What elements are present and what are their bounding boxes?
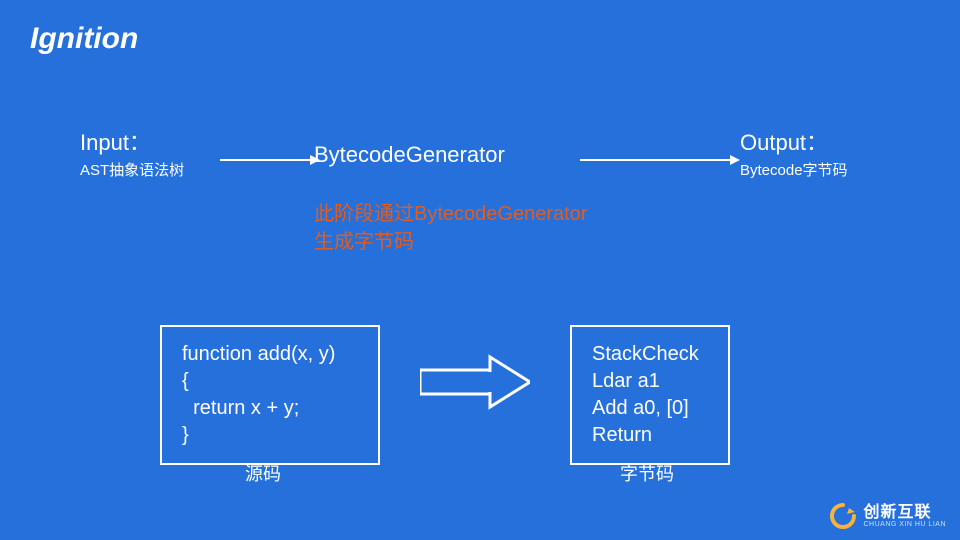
logo-name-pinyin: CHUANG XIN HU LIAN bbox=[863, 521, 946, 528]
source-caption: 源码 bbox=[245, 460, 281, 486]
input-subtitle: AST抽象语法树 bbox=[80, 159, 184, 180]
slide-title: Ignition bbox=[30, 22, 138, 56]
generator-label: BytecodeGenerator bbox=[314, 142, 505, 168]
output-node: Output： Bytecode字节码 bbox=[740, 125, 848, 180]
arrow-right-icon bbox=[220, 152, 320, 168]
bytecode-box: StackCheck Ldar a1 Add a0, [0] Return bbox=[570, 325, 730, 465]
logo-name-cn: 创新互联 bbox=[863, 505, 946, 521]
bytecode-caption: 字节码 bbox=[620, 460, 674, 486]
input-node: Input： AST抽象语法树 bbox=[80, 125, 184, 180]
input-title: Input： bbox=[80, 125, 184, 157]
arrow-right-icon bbox=[580, 152, 740, 168]
source-code-box: function add(x, y) { return x + y; } bbox=[160, 325, 380, 465]
output-subtitle: Bytecode字节码 bbox=[740, 159, 848, 180]
stage-annotation: 此阶段通过BytecodeGenerator 生成字节码 bbox=[314, 200, 587, 256]
big-arrow-right-icon bbox=[420, 352, 530, 412]
output-title: Output： bbox=[740, 125, 848, 157]
logo-icon bbox=[829, 502, 857, 530]
brand-logo: 创新互联 CHUANG XIN HU LIAN bbox=[829, 502, 946, 530]
logo-text: 创新互联 CHUANG XIN HU LIAN bbox=[863, 505, 946, 528]
